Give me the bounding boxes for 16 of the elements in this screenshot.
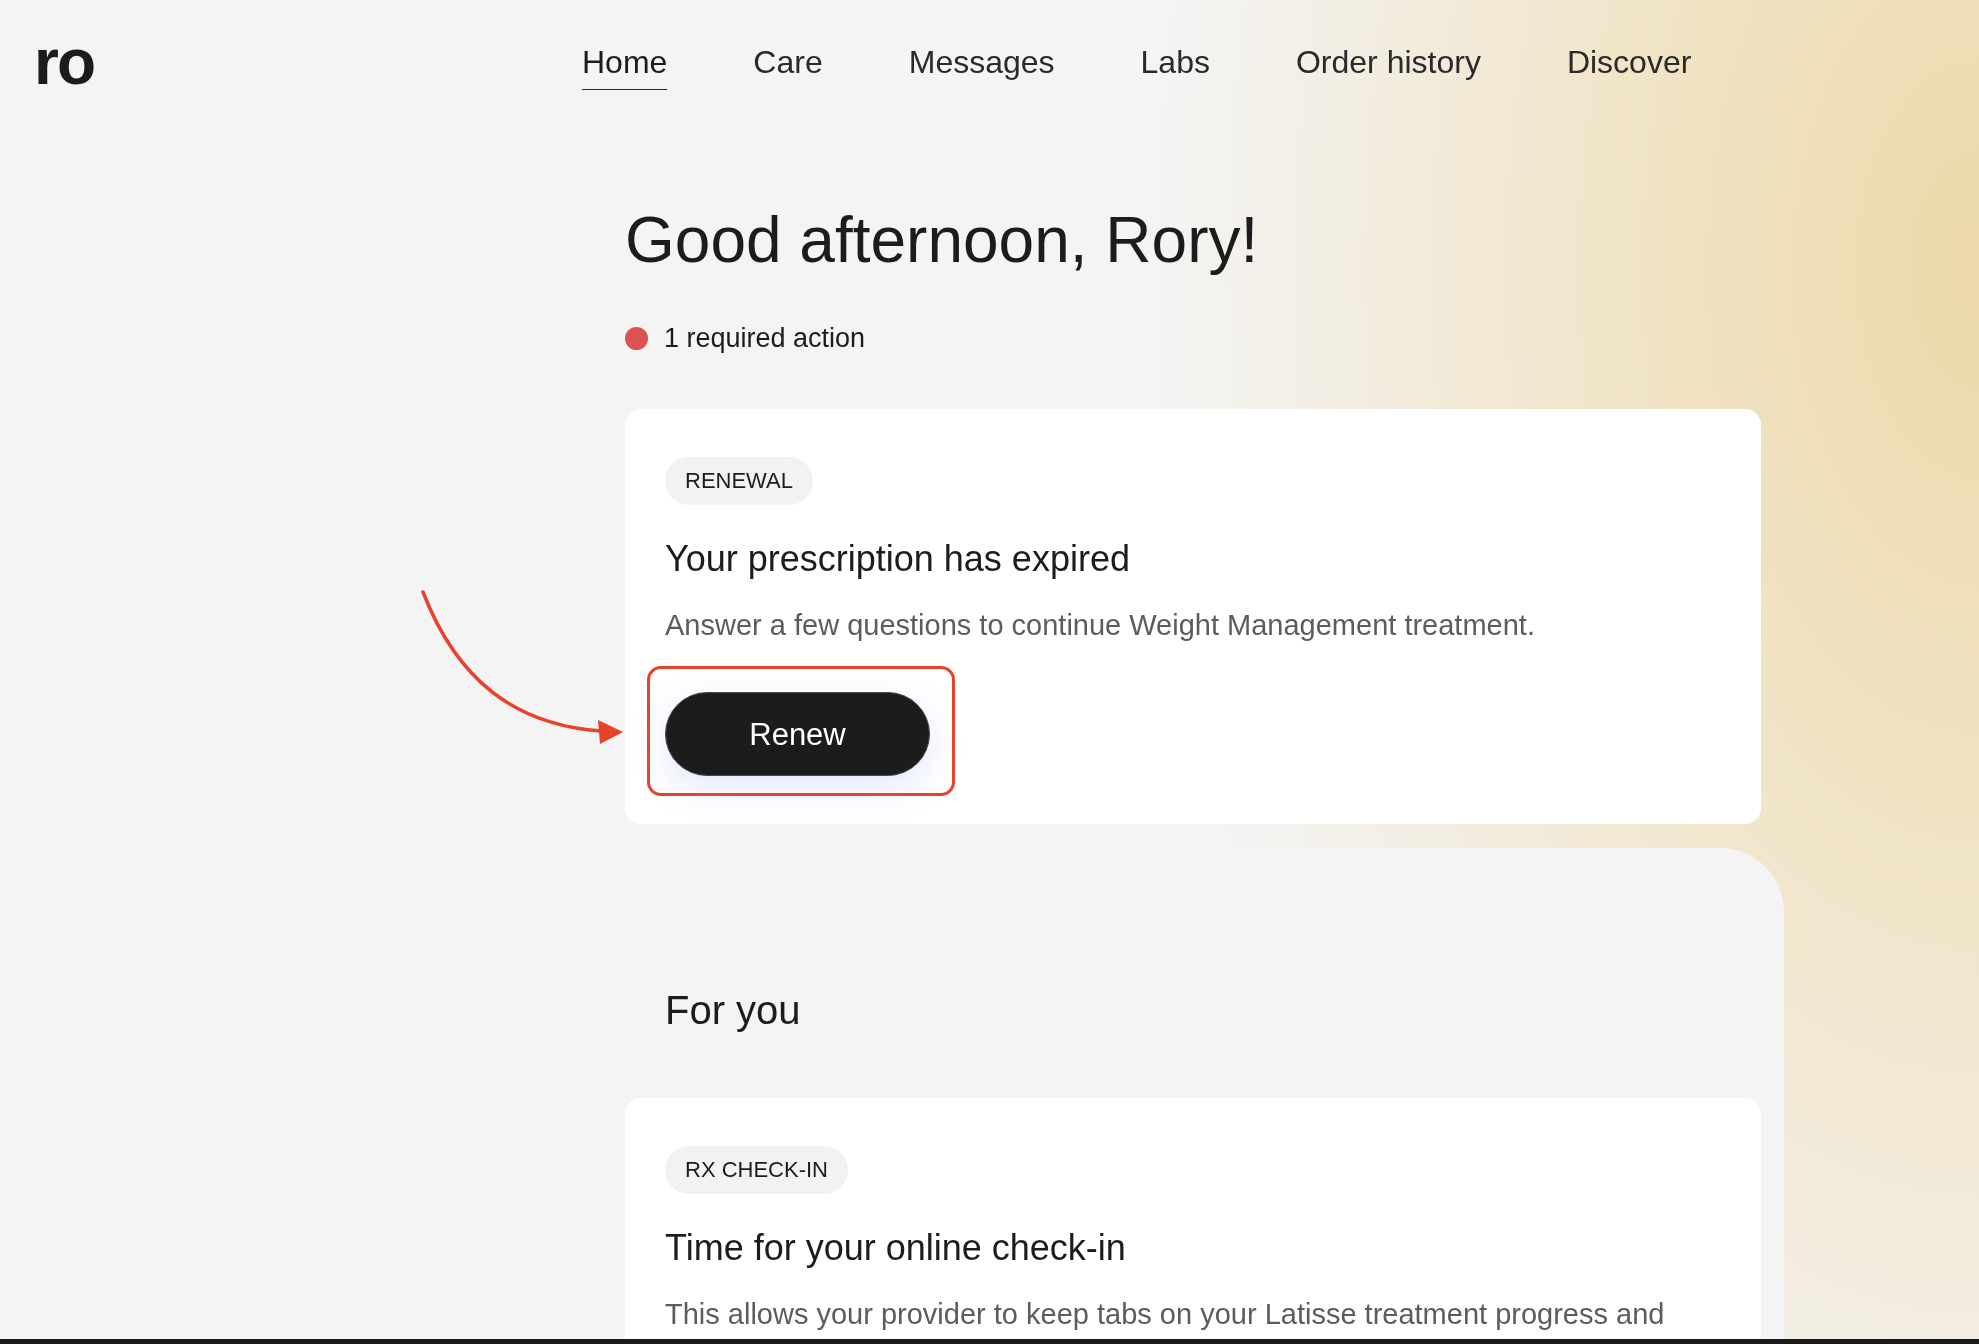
logo[interactable]: ro [34, 30, 94, 94]
nav-link[interactable]: Labs [1140, 34, 1210, 90]
section-heading: For you [665, 987, 802, 1034]
nav-link[interactable]: Discover [1566, 34, 1692, 90]
card-description: This allows your provider to keep tabs on your Latisse treatment progress and [665, 1297, 1665, 1332]
category-tag: RENEWAL [665, 457, 813, 505]
card-title: Time for your online check-in [665, 1226, 1126, 1270]
nav-link[interactable]: Order history [1295, 34, 1481, 90]
nav-link[interactable]: Home [582, 34, 668, 90]
required-action-count: 1 required action [664, 322, 866, 354]
card-title: Your prescription has expired [665, 537, 1130, 581]
nav-link[interactable]: Messages [908, 34, 1055, 90]
category-tag: RX CHECK-IN [665, 1146, 848, 1194]
card-description: Answer a few questions to continue Weight Management treatment. [665, 608, 1535, 643]
nav-link[interactable]: Care [753, 34, 823, 90]
renew-button[interactable]: Renew [665, 692, 930, 776]
